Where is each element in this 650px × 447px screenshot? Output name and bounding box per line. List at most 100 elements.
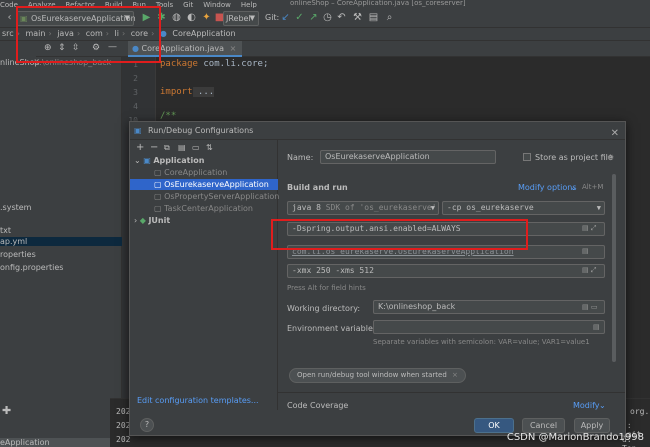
folder-icon[interactable]: ▤ ▭ — [582, 303, 597, 311]
tab-core-application[interactable]: ● CoreApplication.java × — [128, 41, 243, 57]
close-icon[interactable]: × — [230, 44, 237, 53]
coverage-icon[interactable]: ◍ — [171, 12, 182, 23]
store-as-project-checkbox[interactable] — [523, 153, 531, 161]
jrebel-label: JRebel — [226, 14, 251, 23]
alt-hint: Press Alt for field hints — [287, 284, 366, 292]
jrebel-run-icon[interactable]: ✦ — [201, 12, 212, 23]
breadcrumb-item[interactable]: li — [115, 29, 119, 38]
env-input[interactable] — [373, 320, 605, 334]
crosshair-icon[interactable]: ⊕ — [44, 43, 52, 53]
console-line-right: org.s — [630, 407, 650, 416]
breadcrumb-item[interactable]: core — [131, 29, 148, 38]
run-config-select[interactable]: ▣ OsEurekaserveApplication ▼ — [16, 11, 136, 26]
tree-item-oseurekaserve-application[interactable]: ▢ OsEurekaserveApplication — [130, 179, 278, 190]
history-icon[interactable]: ◷ — [322, 12, 333, 23]
expand-icon[interactable]: ⇳ — [72, 43, 80, 53]
edit-templates-link[interactable]: Edit configuration templates... — [137, 396, 259, 405]
junit-icon: ◆ — [139, 216, 146, 225]
run-config-label: OsEurekaserveApplication — [31, 14, 136, 23]
dialog-title: Run/Debug Configurations — [148, 126, 254, 135]
vm-options-input[interactable]: -Dspring.output.ansi.enabled=ALWAYS — [287, 222, 605, 236]
breadcrumb-item[interactable]: src — [2, 29, 14, 38]
expand-field-icon[interactable]: ▤ ⤢ — [582, 266, 596, 275]
add-icon[interactable]: + — [136, 142, 144, 153]
close-icon[interactable]: × — [452, 371, 458, 379]
modify-link[interactable]: Modify — [573, 401, 600, 410]
search-icon[interactable]: ⌕ — [384, 12, 395, 23]
jrebel-select[interactable]: JRebel ▼ — [223, 11, 259, 26]
code-line-package: package com.li.core; — [160, 59, 269, 69]
apply-button[interactable]: Apply — [574, 418, 610, 433]
collapse-icon[interactable]: ⇕ — [58, 43, 66, 53]
scrollbar[interactable] — [612, 174, 616, 362]
breadcrumb-item[interactable]: java — [57, 29, 74, 38]
window-title: onlineShop – CoreApplication.java [os_co… — [290, 0, 466, 7]
tree-item[interactable]: onfig.properties — [0, 263, 63, 272]
remove-icon[interactable]: − — [150, 142, 158, 153]
help-button[interactable]: ? — [140, 418, 154, 432]
tree-item[interactable]: roperties — [0, 250, 36, 259]
open-tool-window-chip[interactable]: Open run/debug tool window when started … — [289, 368, 466, 383]
working-dir-input[interactable]: K:\onlineshop_back — [373, 300, 605, 314]
code-line-comment: /** — [160, 111, 177, 121]
tree-group-junit[interactable]: › ◆ JUnit — [130, 215, 278, 226]
add-icon[interactable]: ✚ — [2, 404, 11, 417]
toolbar: ‹ ▣ OsEurekaserveApplication ▼ ▶ ✱ ◍ ◐ ✦… — [0, 8, 650, 28]
expand-field-icon[interactable]: ▤ ⤢ — [582, 224, 596, 233]
tree-item-ospropertyserver-application[interactable]: ▢ OsPropertyServerApplication — [130, 191, 279, 202]
breadcrumb-item[interactable]: main — [25, 29, 45, 38]
program-args-input[interactable]: -xmx 250 -xms 512 — [287, 264, 605, 278]
layout-icon[interactable]: ▤ — [368, 12, 379, 23]
minimize-icon[interactable]: — — [108, 42, 117, 52]
debug-icon[interactable]: ✱ — [156, 12, 167, 23]
chevron-down-icon: ⌄ — [570, 183, 577, 192]
jdk-select[interactable]: java 8 SDK of 'os_eurekaserve' m ▼ — [287, 201, 439, 215]
class-icon: ● — [159, 29, 167, 38]
breadcrumb-item[interactable]: com — [86, 29, 103, 38]
tree-item-selected[interactable]: ap.yml — [0, 237, 122, 246]
git-commit-icon[interactable]: ✓ — [294, 12, 305, 23]
modify-options-link[interactable]: Modify options — [518, 183, 577, 192]
ok-button[interactable]: OK — [474, 418, 514, 433]
project-panel: nlineShop K:\onlineshop_back .system txt… — [0, 41, 122, 447]
tree-group-application[interactable]: ⌄ ▣ Application — [130, 155, 278, 166]
app-config-icon: ▢ — [154, 192, 162, 201]
gear-icon[interactable]: ⚙ — [92, 43, 100, 53]
edit-env-icon[interactable]: ▤ — [593, 323, 600, 331]
gear-icon[interactable]: ⚙ — [607, 153, 614, 162]
tree-item-core-application[interactable]: ▢ CoreApplication — [130, 167, 278, 178]
folder-icon[interactable]: ▭ — [192, 143, 200, 152]
name-label: Name: — [287, 153, 314, 162]
rollback-icon[interactable]: ↶ — [336, 12, 347, 23]
chevron-right-icon: › — [134, 216, 138, 225]
app-config-icon: ▢ — [154, 180, 162, 189]
run-icon[interactable]: ▶ — [141, 12, 152, 23]
store-as-project-label: Store as project file — [535, 153, 613, 162]
profile-icon[interactable]: ◐ — [186, 12, 197, 23]
app-config-icon: ▢ — [154, 204, 162, 213]
cancel-button[interactable]: Cancel — [522, 418, 565, 433]
app-icon: ▣ — [20, 14, 28, 23]
sort-icon[interactable]: ⇅ — [206, 143, 213, 152]
tree-item[interactable]: .system — [0, 203, 31, 212]
chevron-down-icon: ⌄ — [134, 156, 141, 165]
wrench-icon[interactable]: ⚒ — [352, 12, 363, 23]
build-run-heading: Build and run — [287, 183, 348, 192]
git-update-icon[interactable]: ↙ — [280, 12, 291, 23]
breadcrumb-item[interactable]: CoreApplication — [172, 29, 235, 38]
classpath-select[interactable]: -cp os_eurekaserve ▼ — [442, 201, 605, 215]
tree-item[interactable]: txt — [0, 226, 11, 235]
copy-icon[interactable]: ⧉ — [164, 143, 170, 153]
git-push-icon[interactable]: ↗ — [308, 12, 319, 23]
watermark: CSDN @MarionBrando1998 — [506, 432, 644, 443]
tree-item-taskcenter-application[interactable]: ▢ TaskCenterApplication — [130, 203, 278, 214]
run-tab-label[interactable]: eApplication — [0, 438, 110, 447]
browse-icon[interactable]: ▤ — [582, 247, 589, 255]
name-input[interactable]: OsEurekaserveApplication — [320, 150, 496, 164]
back-icon[interactable]: ‹ — [4, 12, 15, 23]
main-class-input[interactable]: com.li.os_eurekaserve.OsEurekaserveAppli… — [287, 245, 605, 259]
console-line: 202 — [116, 435, 131, 444]
chevron-down-icon: ▼ — [124, 14, 130, 22]
save-icon[interactable]: ▤ — [178, 143, 186, 152]
close-icon[interactable]: ✕ — [611, 125, 619, 143]
